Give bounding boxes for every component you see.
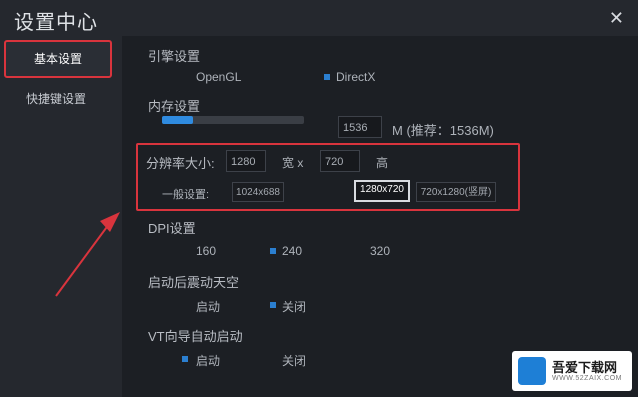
annotation-arrow (55, 212, 120, 297)
watermark-subtitle: WWW.52ZAIX.COM (552, 375, 622, 382)
watermark-box-icon (518, 357, 546, 385)
watermark-logo: 吾爱下载网 WWW.52ZAIX.COM (512, 351, 632, 391)
watermark-title: 吾爱下载网 (552, 360, 618, 375)
